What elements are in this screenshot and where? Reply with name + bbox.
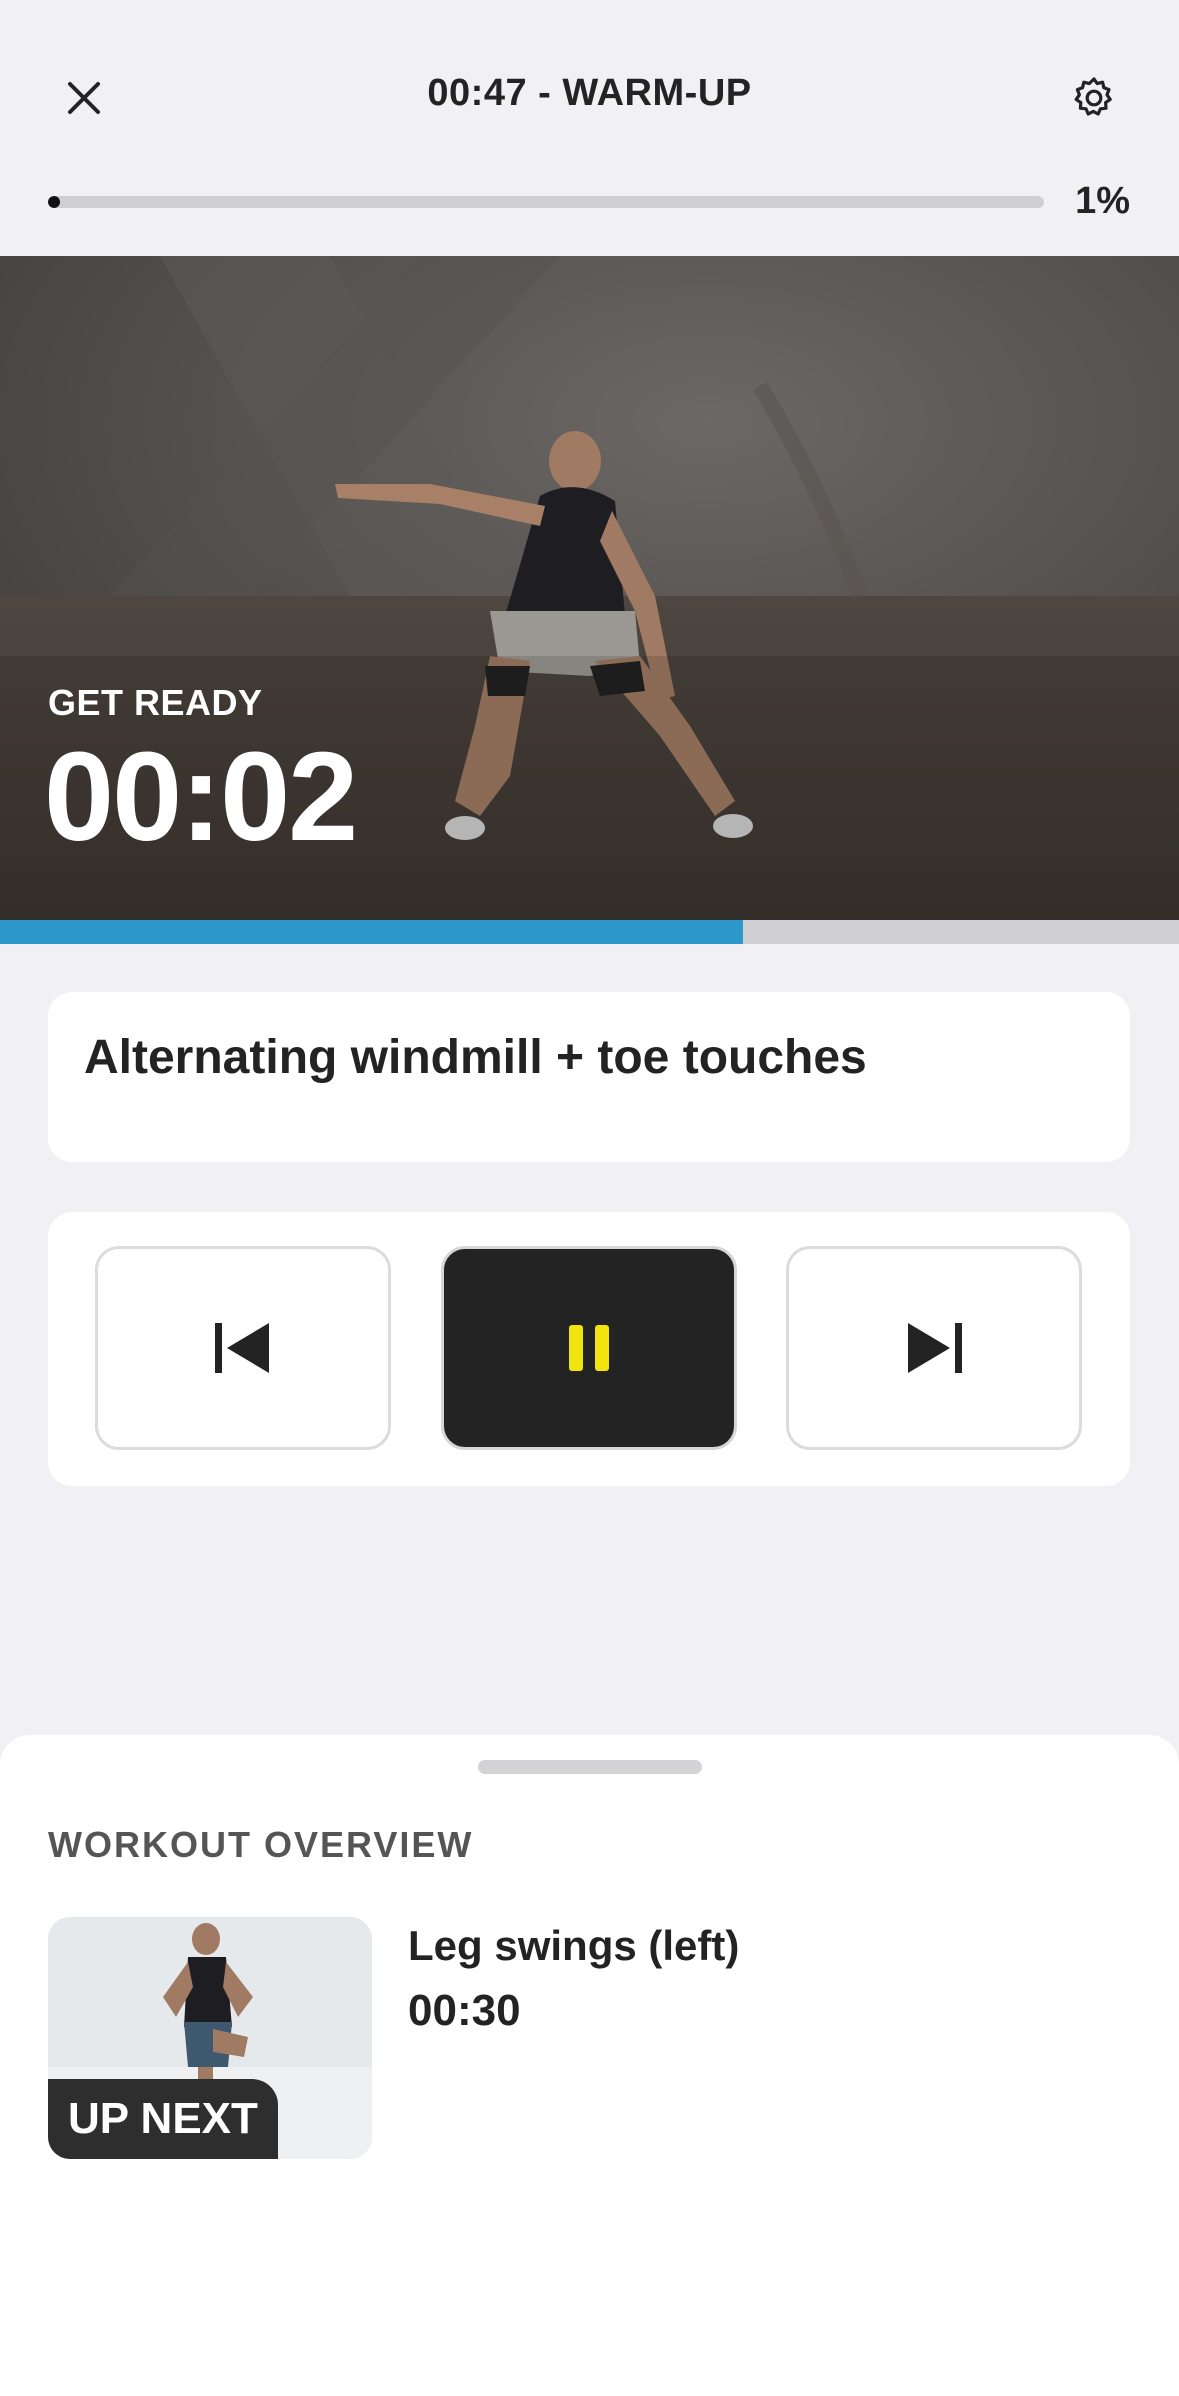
settings-button[interactable] xyxy=(1058,62,1130,134)
next-button[interactable] xyxy=(786,1246,1082,1450)
gear-icon xyxy=(1074,77,1112,116)
skip-previous-icon xyxy=(215,1323,269,1373)
up-next-exercise-name: Leg swings (left) xyxy=(408,1922,740,1969)
exercise-timer-fill xyxy=(0,920,743,944)
exercise-timer-bar xyxy=(0,920,1179,944)
workout-progress-percent: 1% xyxy=(1075,180,1130,222)
sheet-drag-handle[interactable] xyxy=(478,1760,702,1774)
close-icon xyxy=(68,82,100,114)
previous-button[interactable] xyxy=(95,1246,391,1450)
get-ready-label: GET READY xyxy=(48,682,263,723)
pause-icon xyxy=(569,1325,609,1371)
countdown-timer: 00:02 xyxy=(44,726,358,867)
skip-next-icon xyxy=(908,1323,962,1373)
workout-progress-bar xyxy=(48,196,1044,208)
pause-button[interactable] xyxy=(441,1246,737,1450)
up-next-thumbnail[interactable]: UP NEXT xyxy=(48,1917,372,2159)
up-next-badge: UP NEXT xyxy=(48,2079,278,2159)
close-button[interactable] xyxy=(48,62,120,134)
workout-title: 00:47 - WARM-UP xyxy=(427,72,752,114)
exercise-name: Alternating windmill + toe touches xyxy=(84,1031,867,1084)
workout-overview-title: WORKOUT OVERVIEW xyxy=(48,1824,474,1865)
workout-progress-fill xyxy=(48,196,60,208)
up-next-duration: 00:30 xyxy=(408,1986,521,2035)
